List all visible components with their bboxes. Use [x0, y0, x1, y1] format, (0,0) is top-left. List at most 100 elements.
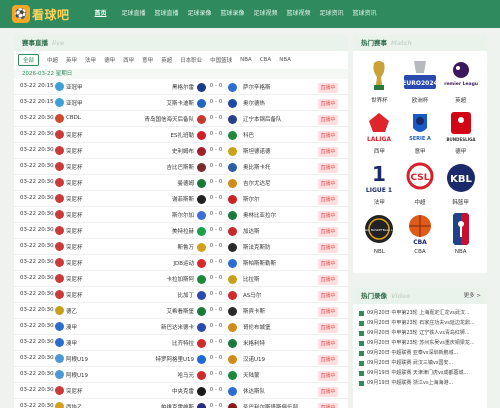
away-team[interactable]: 斯尔尔 [243, 195, 260, 203]
away-team[interactable]: 斯法克斯防 [243, 243, 271, 251]
live-button[interactable]: 直播中 [318, 99, 338, 109]
home-team[interactable]: 吉比巴斯斯 [166, 163, 194, 171]
match-row[interactable]: 03-22 20:30 澳甲 比齐特拉 0 - 0 米格利特 直播中 [14, 335, 348, 351]
match-row[interactable]: 03-22 20:15 亚冠甲 黑格尔雷 0 - 0 萨尔辛格斯 直播中 [14, 79, 348, 95]
away-team[interactable]: 比拉斯 [243, 275, 260, 283]
live-button[interactable]: 直播中 [318, 211, 338, 221]
away-team[interactable]: 奥比斯卡托 [243, 163, 271, 171]
video-item[interactable]: 09月20日 中超联赛 亚泰vs深圳新鹏城... [359, 348, 481, 358]
video-item[interactable]: 09月20日 中甲第23轮 石家庄功夫vs延边龙鼎... [359, 318, 481, 328]
filter-tab[interactable]: 西甲 [123, 56, 134, 64]
live-button[interactable]: 直播中 [318, 179, 338, 189]
home-team[interactable]: 斯尔尔加 [172, 211, 194, 219]
home-team[interactable]: 史利姆布 [172, 147, 194, 155]
match-row[interactable]: 03-22 20:30 突尼杯 中央克雷 0 - 0 休达斯队 直播中 [14, 383, 348, 399]
match-league[interactable]: 阿根U19 [66, 371, 88, 379]
live-button[interactable]: 直播中 [318, 243, 338, 253]
away-team[interactable]: 萨尔辛格斯 [243, 83, 271, 91]
nav-item[interactable]: 足球直播 [117, 0, 150, 28]
match-league[interactable]: 突尼杯 [66, 179, 83, 187]
match-row[interactable]: 03-22 20:30 阿根U19 特罗阿格里U19 0 - 0 汉诺U19 直播中 [14, 351, 348, 367]
match-row[interactable]: 03-22 20:30 突尼杯 史利姆布 0 - 0 斯坦德诺德 直播中 [14, 143, 348, 159]
filter-tab[interactable]: 德甲 [104, 56, 115, 64]
home-team[interactable]: 哈马元 [177, 371, 194, 379]
home-team[interactable]: 美特拉赫 [172, 227, 194, 235]
away-team[interactable]: 米格利特 [243, 339, 265, 347]
live-button[interactable]: 直播中 [318, 339, 338, 349]
filter-tab[interactable]: 中超 [47, 56, 58, 64]
live-button[interactable]: 直播中 [318, 115, 338, 125]
league-item[interactable]: NBA [440, 210, 481, 255]
video-item[interactable]: 09月20日 中甲第23轮 辽宁铁人vs青岛红狮... [359, 328, 481, 338]
match-league[interactable]: 突尼杯 [66, 227, 83, 235]
away-team[interactable]: 哥伦布城堡 [243, 323, 271, 331]
league-item[interactable]: SERIE A 意甲 [400, 108, 441, 155]
live-button[interactable]: 直播中 [318, 83, 338, 93]
match-row[interactable]: 03-22 20:30 突尼杯 ES扎班勒 0 - 0 科巴 直播中 [14, 127, 348, 143]
league-item[interactable]: 1 LIGUE 1 法甲 [359, 159, 400, 206]
match-league[interactable]: 亚冠甲 [66, 83, 83, 91]
home-team[interactable]: 比加丁 [177, 291, 194, 299]
match-league[interactable]: 突尼杯 [66, 131, 83, 139]
home-team[interactable]: JDB运动 [173, 259, 194, 267]
match-row[interactable]: 03-22 20:30 德乙 艾希看斯堡 0 - 0 斯宾卡斯 直播中 [14, 303, 348, 319]
live-button[interactable]: 直播中 [318, 147, 338, 157]
filter-tab[interactable]: 全部 [18, 54, 40, 66]
league-item[interactable]: NATIONAL BASKETBALL LEAGUE NBL [359, 210, 400, 255]
match-league[interactable]: 突尼杯 [66, 243, 83, 251]
match-row[interactable]: 03-22 20:30 突尼杯 卡拉加斯阿 0 - 0 比拉斯 直播中 [14, 271, 348, 287]
league-item[interactable]: EURO2024 欧洲杯 [400, 57, 441, 104]
match-row[interactable]: 03-22 20:30 阿根U19 哈马元 0 - 0 天陆蒙 直播中 [14, 367, 348, 383]
away-team[interactable]: 汉诺U19 [243, 355, 265, 363]
match-row[interactable]: 03-22 20:30 突尼杯 斯鲁万 0 - 0 斯法克斯防 直播中 [14, 239, 348, 255]
match-row[interactable]: 03-22 20:30 突尼杯 吉比巴斯斯 0 - 0 奥比斯卡托 直播中 [14, 159, 348, 175]
filter-tab[interactable]: 日本职业 [180, 56, 202, 64]
live-button[interactable]: 直播中 [318, 355, 338, 365]
home-team[interactable]: 中央克雷 [172, 387, 194, 395]
more-videos-link[interactable]: 更多 > [464, 288, 481, 304]
match-league[interactable]: 澳甲 [66, 339, 77, 347]
filter-tab[interactable]: 英超 [161, 56, 172, 64]
match-row[interactable]: 03-22 20:30 CBDL 青岛国信海天后备队 0 - 0 辽宁本钢后备队 直播中 [14, 111, 348, 127]
match-league[interactable]: 亚冠甲 [66, 99, 83, 107]
live-button[interactable]: 直播中 [318, 131, 338, 141]
away-team[interactable]: 天陆蒙 [243, 371, 260, 379]
away-team[interactable]: AS马尔 [243, 291, 261, 299]
away-team[interactable]: 奥林比亚拉尔 [243, 211, 276, 219]
site-logo[interactable]: ⚽ 看球吧 [12, 5, 70, 23]
filter-tab[interactable]: 中国篮球 [210, 56, 232, 64]
live-button[interactable]: 直播中 [318, 323, 338, 333]
match-row[interactable]: 03-22 20:30 西协乙 帕维克雷维斯 0 - 0 圣巴利尔斯塔斯俱乐部 直播中 [14, 399, 348, 408]
filter-tab[interactable]: CBA [260, 57, 271, 63]
video-item[interactable]: 09月20日 中甲第23轮 上海嘉定汇龙vs武汉... [359, 308, 481, 318]
live-button[interactable]: 直播中 [318, 195, 338, 205]
away-team[interactable]: 科巴 [243, 131, 254, 139]
match-row[interactable]: 03-22 20:15 亚冠甲 艾斯卡迪斯 0 - 0 奥尔德热 直播中 [14, 95, 348, 111]
live-button[interactable]: 直播中 [318, 163, 338, 173]
home-team[interactable]: 特罗阿格里U19 [155, 355, 194, 363]
home-team[interactable]: 青岛国信海天后备队 [144, 115, 194, 123]
nav-item[interactable]: 首页 [84, 0, 117, 28]
video-item[interactable]: 09月19日 中超联赛 天津津门虎vs成都蓉城... [359, 368, 481, 378]
video-item[interactable]: 09月20日 中甲第23轮 苏州东吴vs重庆铜梁龙... [359, 338, 481, 348]
match-row[interactable]: 03-22 20:30 突尼杯 比加丁 0 - 0 AS马尔 直播中 [14, 287, 348, 303]
match-league[interactable]: 澳甲 [66, 323, 77, 331]
home-team[interactable]: ES扎班勒 [171, 131, 194, 139]
live-button[interactable]: 直播中 [318, 307, 338, 317]
away-team[interactable]: 休达斯队 [243, 387, 265, 395]
nav-item[interactable]: 足球视频 [249, 0, 282, 28]
nav-item[interactable]: 篮球资讯 [348, 0, 381, 28]
away-team[interactable]: 辽宁本钢后备队 [243, 115, 282, 123]
away-team[interactable]: 奥尔德热 [243, 99, 265, 107]
match-league[interactable]: 突尼杯 [66, 211, 83, 219]
away-team[interactable]: 斯宾卡斯 [243, 307, 265, 315]
match-league[interactable]: 德乙 [66, 307, 77, 315]
match-league[interactable]: CBDL [66, 115, 81, 121]
match-row[interactable]: 03-22 20:30 澳甲 新巴达米德卡 0 - 0 哥伦布城堡 直播中 [14, 319, 348, 335]
filter-tab[interactable]: NBA [240, 57, 252, 63]
live-button[interactable]: 直播中 [318, 227, 338, 237]
away-team[interactable]: 吉尔尤达尼 [243, 179, 271, 187]
home-team[interactable]: 帕维克雷维斯 [161, 403, 194, 408]
home-team[interactable]: 曼德姆 [177, 179, 194, 187]
match-row[interactable]: 03-22 20:30 突尼杯 美特拉赫 0 - 0 加达斯 直播中 [14, 223, 348, 239]
